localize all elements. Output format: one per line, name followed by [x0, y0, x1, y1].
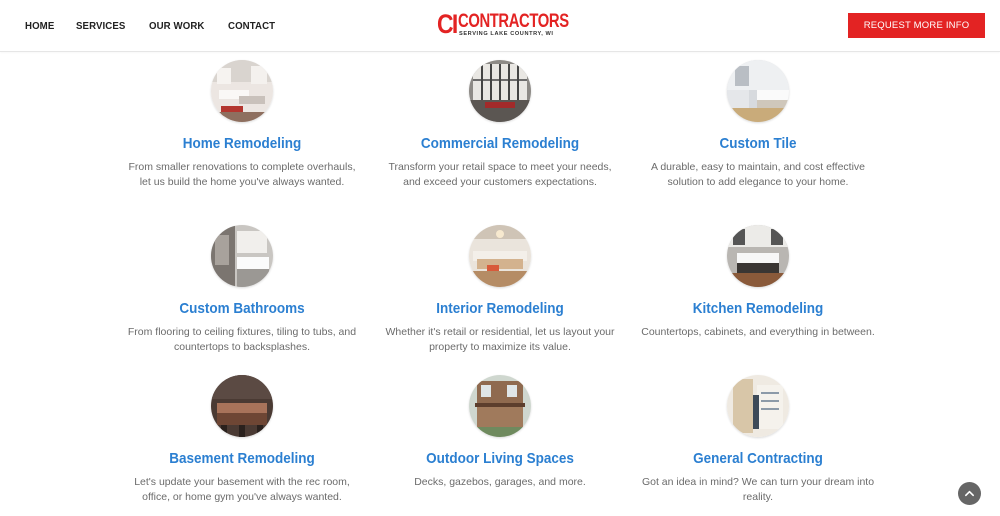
- logo-mark: CI: [437, 9, 458, 39]
- service-card: Home Remodeling From smaller renovations…: [112, 60, 372, 190]
- service-description: From smaller renovations to complete ove…: [128, 161, 356, 188]
- service-card: Commercial Remodeling Transform your ret…: [370, 60, 630, 190]
- main-nav: HOME SERVICES OUR WORK CONTACT: [25, 0, 298, 51]
- nav-our-work-link[interactable]: OUR WORK: [149, 20, 204, 32]
- service-card: Custom Bathrooms From flooring to ceilin…: [112, 225, 372, 355]
- service-description: Got an idea in mind? We can turn your dr…: [641, 476, 875, 503]
- service-title[interactable]: Basement Remodeling: [125, 450, 359, 468]
- scroll-to-top-button[interactable]: [958, 482, 981, 505]
- service-title[interactable]: Custom Tile: [641, 135, 875, 153]
- site-header: HOME SERVICES OUR WORK CONTACT CI CONTRA…: [0, 0, 1000, 52]
- service-card: Basement Remodeling Let's update your ba…: [112, 375, 372, 505]
- service-description: Let's update your basement with the rec …: [134, 476, 350, 503]
- chevron-up-icon: [965, 490, 974, 497]
- service-card: Kitchen Remodeling Countertops, cabinets…: [628, 225, 888, 340]
- nav-contact-link[interactable]: CONTACT: [228, 20, 275, 32]
- blueprints-photo[interactable]: [727, 375, 789, 437]
- service-title[interactable]: Outdoor Living Spaces: [383, 450, 617, 468]
- service-description: Decks, gazebos, garages, and more.: [414, 476, 586, 488]
- kitchen-photo[interactable]: [727, 225, 789, 287]
- request-info-button[interactable]: REQUEST MORE INFO: [848, 13, 985, 38]
- service-title[interactable]: Kitchen Remodeling: [641, 300, 875, 318]
- logo-tagline: SERVING LAKE COUNTRY, WI: [459, 31, 554, 37]
- service-description: From flooring to ceiling fixtures, tilin…: [127, 326, 357, 353]
- basement-bar-photo[interactable]: [211, 375, 273, 437]
- service-description: A durable, easy to maintain, and cost ef…: [650, 161, 866, 188]
- service-description: Countertops, cabinets, and everything in…: [641, 326, 875, 338]
- service-card: Outdoor Living Spaces Decks, gazebos, ga…: [370, 375, 630, 490]
- service-card: Custom Tile A durable, easy to maintain,…: [628, 60, 888, 190]
- tiled-kitchen-photo[interactable]: [727, 60, 789, 122]
- service-card: Interior Remodeling Whether it's retail …: [370, 225, 630, 355]
- interior-lounge-photo[interactable]: [469, 225, 531, 287]
- service-card: General Contracting Got an idea in mind?…: [628, 375, 888, 505]
- deck-photo[interactable]: [469, 375, 531, 437]
- service-description: Transform your retail space to meet your…: [388, 161, 612, 188]
- nav-home-link[interactable]: HOME: [25, 20, 54, 32]
- commercial-interior-photo[interactable]: [469, 60, 531, 122]
- service-title[interactable]: Custom Bathrooms: [125, 300, 359, 318]
- logo-wordmark: CONTRACTORS: [458, 11, 569, 32]
- site-logo[interactable]: CI CONTRACTORS SERVING LAKE COUNTRY, WI: [437, 9, 569, 41]
- nav-services-link[interactable]: SERVICES: [76, 20, 125, 32]
- service-title[interactable]: Commercial Remodeling: [383, 135, 617, 153]
- living-room-photo[interactable]: [211, 60, 273, 122]
- service-title[interactable]: Interior Remodeling: [383, 300, 617, 318]
- bathroom-photo[interactable]: [211, 225, 273, 287]
- service-description: Whether it's retail or residential, let …: [385, 326, 615, 353]
- service-title[interactable]: Home Remodeling: [125, 135, 359, 153]
- service-title[interactable]: General Contracting: [641, 450, 875, 468]
